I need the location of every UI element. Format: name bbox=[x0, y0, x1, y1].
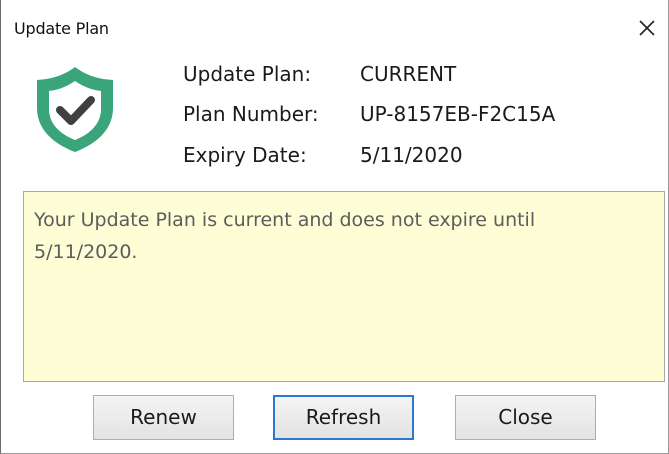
renew-button[interactable]: Renew bbox=[93, 395, 234, 440]
plan-number-value: UP-8157EB-F2C15A bbox=[360, 102, 556, 126]
expiry-date-label: Expiry Date: bbox=[183, 143, 307, 167]
update-plan-label: Update Plan: bbox=[183, 62, 312, 86]
expiry-date-value: 5/11/2020 bbox=[360, 143, 463, 167]
status-message: Your Update Plan is current and does not… bbox=[34, 209, 536, 263]
close-button[interactable]: Close bbox=[455, 395, 596, 440]
status-message-box: Your Update Plan is current and does not… bbox=[23, 191, 665, 382]
refresh-button[interactable]: Refresh bbox=[273, 395, 414, 440]
update-plan-value: CURRENT bbox=[360, 62, 457, 86]
plan-number-label: Plan Number: bbox=[183, 102, 319, 126]
window-title: Update Plan bbox=[14, 19, 109, 38]
close-icon[interactable] bbox=[635, 16, 659, 40]
shield-check-icon bbox=[33, 64, 117, 154]
update-plan-dialog: Update Plan Update Plan: CURRENT Plan Nu… bbox=[0, 0, 669, 454]
title-bar: Update Plan bbox=[1, 0, 668, 52]
